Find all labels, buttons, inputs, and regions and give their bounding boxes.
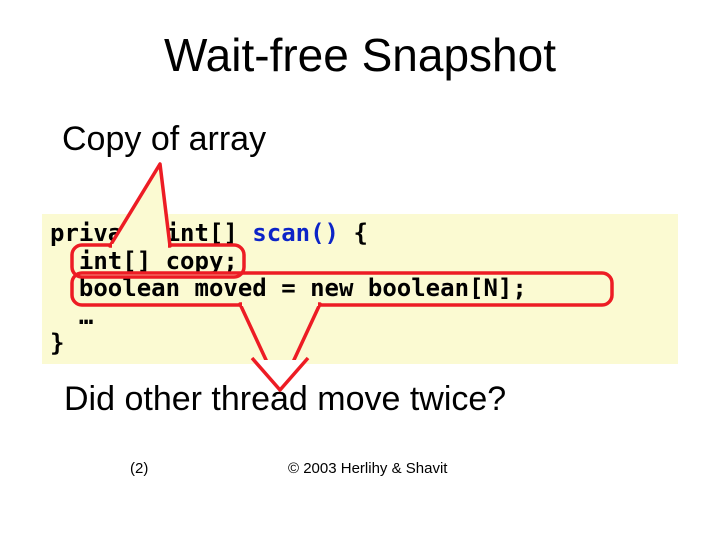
copyright: © 2003 Herlihy & Shavit bbox=[288, 460, 447, 477]
code-block: private int[] scan() { int[] copy; boole… bbox=[42, 214, 678, 364]
page-number: (2) bbox=[130, 460, 148, 477]
slide: Wait-free Snapshot Copy of array private… bbox=[0, 0, 720, 540]
code-line-5: } bbox=[50, 329, 64, 357]
code-line-2: int[] copy; bbox=[50, 247, 238, 275]
code-line-3: boolean moved = new boolean[N]; bbox=[50, 274, 527, 302]
code-line-1c: { bbox=[339, 219, 368, 247]
code-scan-fn: scan() bbox=[252, 219, 339, 247]
code-line-4: … bbox=[50, 302, 93, 330]
slide-title: Wait-free Snapshot bbox=[0, 28, 720, 82]
annotation-copy-of-array: Copy of array bbox=[62, 120, 266, 159]
annotation-did-other-thread: Did other thread move twice? bbox=[64, 380, 506, 419]
code-line-1a: private int[] bbox=[50, 219, 252, 247]
